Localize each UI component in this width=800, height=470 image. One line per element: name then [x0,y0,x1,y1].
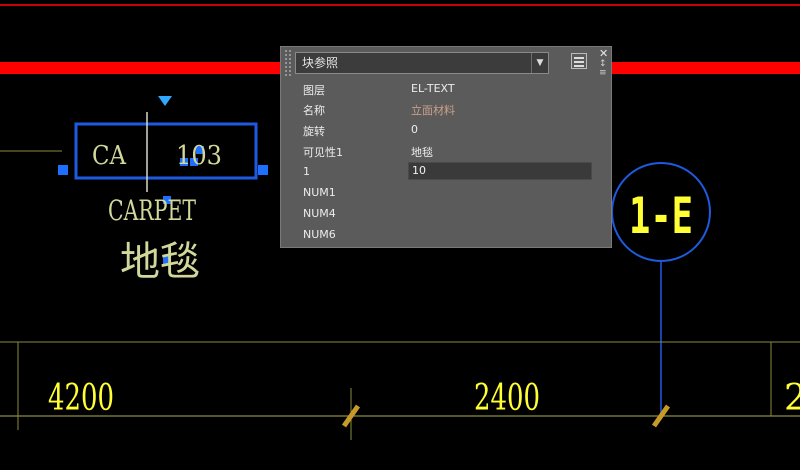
dimension-2400: 2400 [474,378,540,419]
prop-row-rotation[interactable]: 旋转 0 [281,120,613,140]
insertion-grip-icon[interactable] [158,96,172,106]
menu-icon[interactable]: ≡ [599,68,607,78]
prop-label: 1 [303,165,310,178]
prop-row-name[interactable]: 名称 立面材料 [281,99,613,119]
chevron-down-icon[interactable]: ▼ [531,53,548,73]
grid-bubble-label: 1-E [629,187,693,245]
object-type-value: 块参照 [302,56,339,70]
prop-label: NUM6 [303,228,336,241]
prop-value[interactable]: 地毯 [411,144,433,160]
prop-value: 立面材料 [411,104,455,117]
param-value-input[interactable]: 10 [408,162,592,180]
object-type-dropdown[interactable]: 块参照 ▼ [295,52,549,74]
cad-viewport[interactable]: CA 103 CARPET 地毯 1-E 4200 2400 2 块参照 ▼ ✕… [0,0,800,470]
prop-row-num4[interactable]: NUM4 [281,204,613,224]
prop-row-layer[interactable]: 图层 EL-TEXT [281,79,613,99]
tag-right-text: 103 [176,141,222,171]
grip-right[interactable] [258,165,268,175]
prop-row-visibility[interactable]: 可见性1 地毯 [281,141,613,161]
prop-value[interactable]: 0 [411,123,418,136]
prop-value[interactable]: EL-TEXT [411,82,455,95]
prop-row-param-1[interactable]: 1 10 [281,162,613,182]
dimension-partial: 2 [784,378,800,419]
prop-label: 名称 [303,104,325,117]
dimension-4200: 4200 [48,378,114,419]
grip-left[interactable] [58,165,68,175]
select-objects-icon[interactable] [571,53,587,69]
properties-palette[interactable]: 块参照 ▼ ✕ ↕ ≡ 图层 EL-TEXT 名称 立面材料 旋转 0 可见性1… [280,46,612,248]
prop-row-num1[interactable]: NUM1 [281,183,613,203]
prop-row-num6[interactable]: NUM6 [281,225,613,245]
prop-label: NUM4 [303,207,336,220]
prop-label: 图层 [303,84,325,97]
prop-label: 可见性1 [303,146,343,159]
prop-label: NUM1 [303,186,336,199]
palette-drag-handle[interactable] [284,49,292,77]
label-cn: 地毯 [120,239,200,285]
prop-label: 旋转 [303,125,325,138]
label-en: CARPET [108,194,196,227]
tag-left-text: CA [92,141,127,171]
